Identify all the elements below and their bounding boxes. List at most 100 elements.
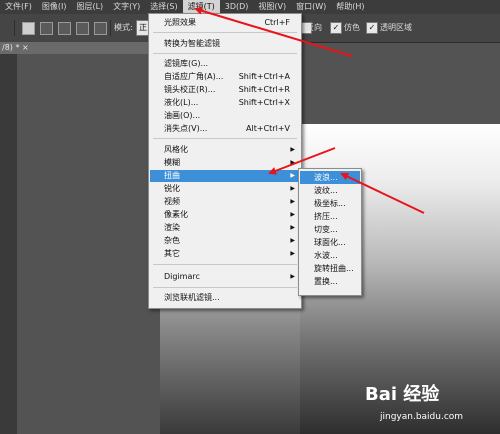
menu-item-label: 光照效果	[164, 18, 196, 27]
submenu-arrow-icon: ▶	[290, 273, 295, 280]
submenu-item-pinch[interactable]: 挤压...	[300, 210, 360, 223]
menu-item-label: 扭曲	[164, 171, 180, 180]
gradient-diamond-icon[interactable]	[94, 22, 107, 35]
menu-item-browse-filters-online[interactable]: 浏览联机滤镜...	[150, 292, 300, 304]
transparency-checkbox[interactable]: ✓	[366, 22, 378, 34]
menu-item-shortcut: Shift+Ctrl+R	[238, 85, 290, 94]
menu-bar: 文件(F) 图像(I) 图层(L) 文字(Y) 选择(S) 滤镜(T) 3D(D…	[0, 0, 500, 14]
submenu-item-zigzag[interactable]: 水波...	[300, 249, 360, 262]
reverse-label: 反向	[306, 23, 322, 32]
transparency-label: 透明区域	[380, 23, 412, 32]
menu-item-oil-paint[interactable]: 油画(O)...	[150, 110, 300, 122]
menu-separator	[153, 53, 297, 54]
submenu-item-spherize[interactable]: 球面化...	[300, 236, 360, 249]
menu-item-stylize[interactable]: 风格化 ▶	[150, 144, 300, 156]
menu-item-label: 杂色	[164, 236, 180, 245]
menu-item-label: 镜头校正(R)...	[164, 85, 216, 94]
menu-item-label: 像素化	[164, 210, 188, 219]
menu-item-liquify[interactable]: 液化(L)... Shift+Ctrl+X	[150, 97, 300, 109]
submenu-arrow-icon: ▶	[290, 185, 295, 192]
menu-item-convert-smart-filter[interactable]: 转换为智能滤镜	[150, 38, 300, 50]
menu-window[interactable]: 窗口(W)	[291, 0, 331, 14]
distort-submenu: 波浪... 波纹... 极坐标... 挤压... 切变... 球面化... 水波…	[298, 168, 362, 296]
menu-item-label: 油画(O)...	[164, 111, 201, 120]
menu-item-blur[interactable]: 模糊 ▶	[150, 157, 300, 169]
menu-filter[interactable]: 滤镜(T)	[182, 0, 220, 14]
divider	[14, 20, 15, 36]
submenu-item-twirl[interactable]: 旋转扭曲...	[300, 262, 360, 275]
submenu-arrow-icon: ▶	[290, 146, 295, 153]
menu-item-shortcut: Alt+Ctrl+V	[246, 124, 290, 133]
menu-separator	[153, 264, 297, 265]
menu-item-video[interactable]: 视频 ▶	[150, 196, 300, 208]
menu-item-lighting-effects[interactable]: 光照效果 Ctrl+F	[150, 17, 300, 29]
submenu-item-label: 旋转扭曲...	[314, 264, 354, 273]
menu-item-label: 模糊	[164, 158, 180, 167]
menu-separator	[153, 32, 297, 33]
dither-label: 仿色	[344, 23, 360, 32]
dither-checkbox[interactable]: ✓	[330, 22, 342, 34]
submenu-item-label: 球面化...	[314, 238, 346, 247]
submenu-item-label: 挤压...	[314, 212, 338, 221]
menu-separator	[153, 287, 297, 288]
submenu-arrow-icon: ▶	[290, 198, 295, 205]
gradient-linear-icon[interactable]	[22, 22, 35, 35]
menu-image[interactable]: 图像(I)	[37, 0, 72, 14]
divider	[110, 20, 111, 36]
menu-item-label: 自适应广角(A)...	[164, 72, 224, 81]
menu-type[interactable]: 文字(Y)	[108, 0, 145, 14]
submenu-item-shear[interactable]: 切变...	[300, 223, 360, 236]
mode-label: 模式:	[114, 23, 133, 32]
menu-item-vanishing-point[interactable]: 消失点(V)... Alt+Ctrl+V	[150, 123, 300, 135]
gradient-angle-icon[interactable]	[58, 22, 71, 35]
submenu-arrow-icon: ▶	[290, 172, 295, 179]
menu-item-filter-gallery[interactable]: 滤镜库(G)...	[150, 58, 300, 70]
submenu-item-label: 水波...	[314, 251, 338, 260]
menu-file[interactable]: 文件(F)	[0, 0, 37, 14]
submenu-arrow-icon: ▶	[290, 211, 295, 218]
submenu-arrow-icon: ▶	[290, 159, 295, 166]
submenu-item-label: 极坐标...	[314, 199, 346, 208]
menu-item-adaptive-wide-angle[interactable]: 自适应广角(A)... Shift+Ctrl+A	[150, 71, 300, 83]
menu-item-distort[interactable]: 扭曲 ▶	[150, 170, 300, 182]
menu-item-sharpen[interactable]: 锐化 ▶	[150, 183, 300, 195]
menu-item-shortcut: Shift+Ctrl+X	[238, 98, 290, 107]
baidu-jingyan-logo: Bai 经验	[365, 384, 440, 405]
menu-item-shortcut: Ctrl+F	[264, 18, 290, 27]
submenu-item-polar-coordinates[interactable]: 极坐标...	[300, 197, 360, 210]
menu-item-label: 浏览联机滤镜...	[164, 293, 220, 302]
menu-item-other[interactable]: 其它 ▶	[150, 248, 300, 260]
gradient-reflected-icon[interactable]	[76, 22, 89, 35]
gradient-radial-icon[interactable]	[40, 22, 53, 35]
menu-select[interactable]: 选择(S)	[145, 0, 182, 14]
menu-item-label: Digimarc	[164, 272, 200, 281]
menu-item-digimarc[interactable]: Digimarc ▶	[150, 271, 300, 283]
watermark-url: jingyan.baidu.com	[380, 412, 464, 422]
menu-view[interactable]: 视图(V)	[253, 0, 291, 14]
menu-item-noise[interactable]: 杂色 ▶	[150, 235, 300, 247]
submenu-arrow-icon: ▶	[290, 224, 295, 231]
menu-item-label: 滤镜库(G)...	[164, 59, 209, 68]
submenu-item-label: 置换...	[314, 277, 338, 286]
submenu-item-displace[interactable]: 置换...	[300, 275, 360, 288]
submenu-arrow-icon: ▶	[290, 237, 295, 244]
menu-layer[interactable]: 图层(L)	[71, 0, 108, 14]
menu-item-lens-correction[interactable]: 镜头校正(R)... Shift+Ctrl+R	[150, 84, 300, 96]
submenu-item-wave[interactable]: 波浪...	[300, 171, 360, 184]
submenu-item-label: 切变...	[314, 225, 338, 234]
menu-item-shortcut: Shift+Ctrl+A	[238, 72, 290, 81]
filter-menu: 光照效果 Ctrl+F 转换为智能滤镜 滤镜库(G)... 自适应广角(A)..…	[148, 13, 302, 309]
menu-item-label: 液化(L)...	[164, 98, 199, 107]
document-tab[interactable]: /8) * ×	[0, 42, 150, 54]
menu-item-label: 视频	[164, 197, 180, 206]
menu-item-pixelate[interactable]: 像素化 ▶	[150, 209, 300, 221]
menu-item-label: 转换为智能滤镜	[164, 39, 220, 48]
submenu-item-ripple[interactable]: 波纹...	[300, 184, 360, 197]
menu-item-label: 其它	[164, 249, 180, 258]
menu-item-render[interactable]: 渲染 ▶	[150, 222, 300, 234]
menu-separator	[153, 138, 297, 139]
menu-item-label: 风格化	[164, 145, 188, 154]
menu-3d[interactable]: 3D(D)	[220, 0, 254, 14]
submenu-item-label: 波浪...	[314, 173, 338, 182]
menu-help[interactable]: 帮助(H)	[331, 0, 369, 14]
